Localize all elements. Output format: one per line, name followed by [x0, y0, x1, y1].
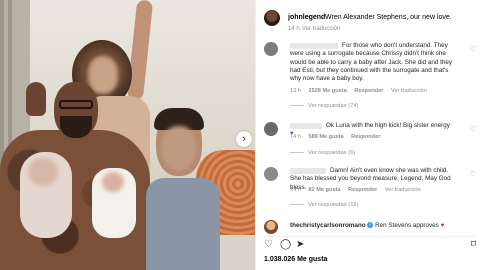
action-bar: ♡ ◯ ➤ ⌑ — [264, 236, 476, 250]
like-count[interactable]: 1.038.026 Me gusta — [264, 256, 327, 263]
avatar[interactable] — [264, 10, 280, 26]
post-age[interactable]: 14 h — [288, 26, 300, 32]
post-photo: › — [0, 0, 255, 270]
verified-badge-icon: ✓ — [367, 222, 374, 229]
reply-button[interactable]: Responder — [354, 88, 383, 94]
view-replies-link[interactable]: Ver respuestas (12) — [290, 202, 359, 208]
comment-age[interactable]: 14 h — [290, 187, 301, 193]
see-translation-link[interactable]: Ver traducción — [391, 88, 427, 94]
heart-icon[interactable]: ♡ — [470, 125, 476, 133]
comment-meta: 14 h 589 Me gusta Responder — [290, 134, 386, 140]
comment-likes[interactable]: 2528 Me gusta — [308, 88, 346, 94]
comment-text: Ok Luna with the high kick! Big sister e… — [326, 122, 450, 129]
avatar[interactable] — [264, 42, 278, 56]
red-heart-icon: ♥ — [440, 222, 445, 229]
comment-age[interactable]: 14 h — [290, 134, 301, 140]
share-icon[interactable]: ➤ — [296, 240, 304, 250]
girl-face-blurred — [88, 56, 118, 94]
comment-line: thechristycarlsonromano ✓ Ren Stevens ap… — [290, 222, 470, 230]
view-replies-link[interactable]: Ver respuestas (74) — [290, 103, 359, 109]
comments-panel: johnlegend Wren Alexander Stephens, our … — [255, 0, 480, 270]
bookmark-icon[interactable]: ⌑ — [471, 240, 476, 250]
avatar[interactable] — [264, 122, 278, 136]
see-translation-link[interactable]: Ver traducción — [302, 26, 340, 32]
see-translation-link[interactable]: Ver traducción — [385, 187, 421, 193]
boy-face-blurred — [162, 126, 196, 170]
avatar[interactable] — [264, 220, 278, 234]
reply-button[interactable]: Responder — [351, 134, 380, 140]
comment-icon[interactable]: ◯ — [280, 240, 291, 250]
heart-icon[interactable]: ♡ — [470, 45, 476, 53]
heart-icon[interactable]: ♡ — [470, 170, 476, 178]
post-caption-text: Wren Alexander Stephens, our new love. — [325, 14, 452, 21]
comment-username[interactable]: thechristycarlsonromano — [290, 222, 366, 229]
chevron-right-icon[interactable]: › — [236, 131, 252, 147]
newborn-face-blurred — [102, 172, 124, 192]
reply-button[interactable]: Responder — [348, 187, 377, 193]
comment-likes[interactable]: 82 Me gusta — [308, 187, 340, 193]
man-glasses — [59, 100, 93, 109]
view-replies-link[interactable]: Ver respuestas (6) — [290, 150, 355, 156]
post-username[interactable]: johnlegend — [288, 14, 325, 21]
comment-age[interactable]: 13 h — [290, 88, 301, 94]
comment-likes[interactable]: 589 Me gusta — [308, 134, 343, 140]
boy-body — [146, 178, 220, 270]
avatar[interactable] — [264, 167, 278, 181]
comment-meta: 14 h 82 Me gusta Responder Ver traducció… — [290, 187, 427, 193]
comment-text: For those who don't understand. They wer… — [290, 42, 453, 83]
comment-text: Ren Stevens approves — [375, 222, 439, 229]
heart-icon[interactable]: ♡ — [264, 240, 273, 250]
man-waving-hand — [26, 82, 46, 116]
comment-meta: 13 h 2528 Me gusta Responder Ver traducc… — [290, 88, 433, 94]
raised-arm — [126, 0, 154, 101]
baby-left-face-blurred — [28, 158, 58, 186]
